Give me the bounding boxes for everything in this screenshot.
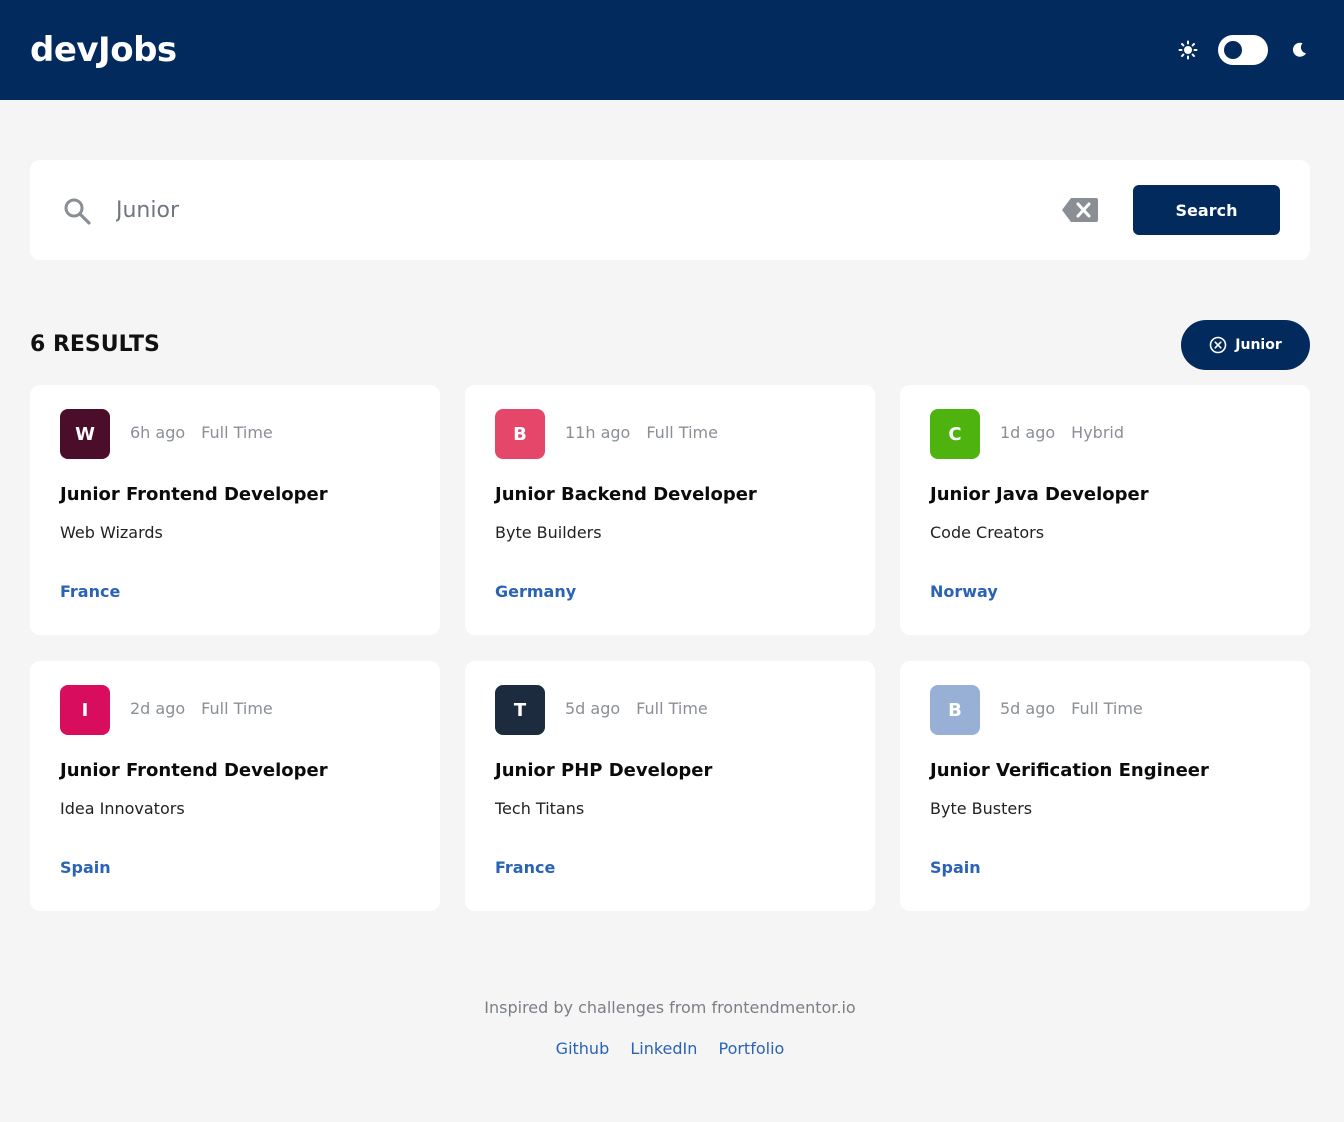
company-logo: T <box>495 685 545 735</box>
theme-switcher <box>1178 34 1308 66</box>
logo[interactable]: devJobs <box>30 28 177 72</box>
job-card[interactable]: B 5d ago Full Time Junior Verification En… <box>900 661 1310 911</box>
job-location: France <box>60 582 121 601</box>
posted-time: 6h ago <box>130 423 186 442</box>
github-link[interactable]: Github <box>556 1039 610 1058</box>
job-title[interactable]: Junior Frontend Developer <box>60 483 328 507</box>
footer-links: Github LinkedIn Portfolio <box>0 1037 1340 1061</box>
posted-time: 5d ago <box>1000 699 1056 718</box>
contract-type: Full Time <box>1071 699 1143 718</box>
company-logo: B <box>495 409 545 459</box>
job-title[interactable]: Junior Verification Engineer <box>930 759 1209 783</box>
job-card[interactable]: C 1d ago Hybrid Junior Java Developer Cod… <box>900 385 1310 635</box>
job-location: Germany <box>495 582 577 601</box>
job-title[interactable]: Junior PHP Developer <box>495 759 712 783</box>
company-name: Code Creators <box>930 523 1045 542</box>
moon-icon <box>1292 42 1306 57</box>
company-name: Web Wizards <box>60 523 163 542</box>
company-name: Idea Innovators <box>60 799 185 818</box>
job-card[interactable]: B 11h ago Full Time Junior Backend Develo… <box>465 385 875 635</box>
job-meta: 5d ago Full Time <box>565 698 708 720</box>
job-location: France <box>495 858 556 877</box>
company-name: Byte Busters <box>930 799 1033 818</box>
job-meta: 2d ago Full Time <box>130 698 273 720</box>
job-title[interactable]: Junior Frontend Developer <box>60 759 328 783</box>
company-logo: I <box>60 685 110 735</box>
job-card[interactable]: T 5d ago Full Time Junior PHP Developer T… <box>465 661 875 911</box>
job-location: Spain <box>60 858 111 877</box>
footer-credit: Inspired by challenges from frontendment… <box>484 998 856 1017</box>
job-card[interactable]: I 2d ago Full Time Junior Frontend Develo… <box>30 661 440 911</box>
job-list: W 6h ago Full Time Junior Frontend Develo… <box>30 385 1310 911</box>
contract-type: Full Time <box>201 699 273 718</box>
company-logo: B <box>930 685 980 735</box>
toggle-knob <box>1224 41 1242 59</box>
clear-icon[interactable] <box>1061 196 1099 224</box>
search-icon <box>64 198 91 225</box>
company-logo: C <box>930 409 980 459</box>
filter-chip-label: Junior <box>1235 337 1282 353</box>
company-logo: W <box>60 409 110 459</box>
job-meta: 5d ago Full Time <box>1000 698 1143 720</box>
search-button[interactable]: Search <box>1133 185 1280 235</box>
posted-time: 11h ago <box>565 423 631 442</box>
posted-time: 2d ago <box>130 699 186 718</box>
job-meta: 1d ago Hybrid <box>1000 422 1124 444</box>
company-name: Tech Titans <box>495 799 585 818</box>
site-header: devJobs <box>0 0 1344 100</box>
filter-chip-junior[interactable]: Junior <box>1181 320 1310 370</box>
contract-type: Full Time <box>636 699 708 718</box>
job-location: Norway <box>930 582 998 601</box>
linkedin-link[interactable]: LinkedIn <box>630 1039 697 1058</box>
job-title[interactable]: Junior Backend Developer <box>495 483 757 507</box>
posted-time: 1d ago <box>1000 423 1056 442</box>
contract-type: Hybrid <box>1071 423 1125 442</box>
contract-type: Full Time <box>646 423 718 442</box>
sun-icon <box>1178 40 1198 60</box>
contract-type: Full Time <box>201 423 273 442</box>
results-count: 6 RESULTS <box>30 332 160 357</box>
job-title[interactable]: Junior Java Developer <box>930 483 1149 507</box>
job-card[interactable]: W 6h ago Full Time Junior Frontend Develo… <box>30 385 440 635</box>
job-meta: 6h ago Full Time <box>130 422 273 444</box>
job-location: Spain <box>930 858 981 877</box>
company-name: Byte Builders <box>495 523 602 542</box>
close-circle-icon[interactable] <box>1209 336 1227 354</box>
theme-toggle[interactable] <box>1218 35 1268 65</box>
posted-time: 5d ago <box>565 699 621 718</box>
job-meta: 11h ago Full Time <box>565 422 718 444</box>
search-input[interactable] <box>116 190 1016 230</box>
portfolio-link[interactable]: Portfolio <box>718 1039 784 1058</box>
